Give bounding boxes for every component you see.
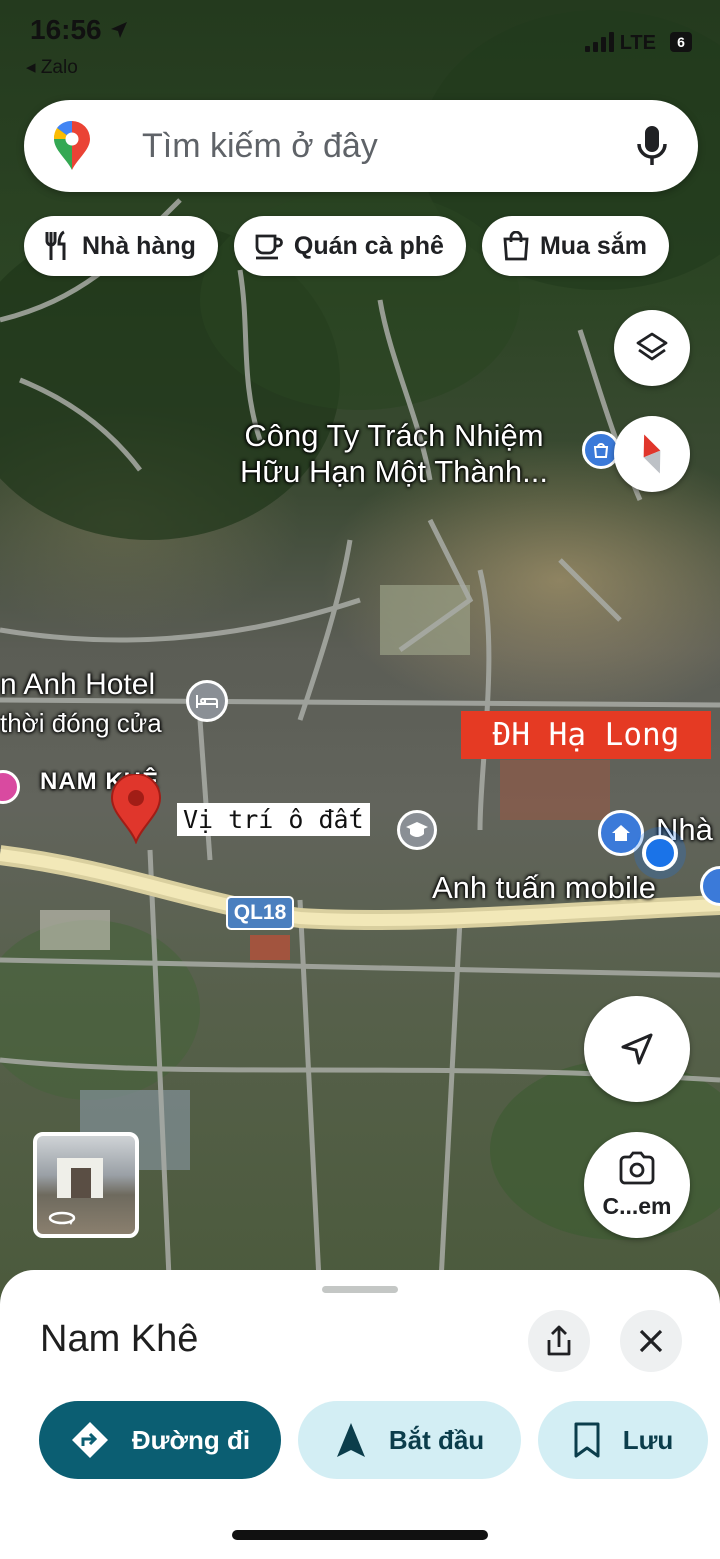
road-shield: QL18	[226, 896, 294, 930]
coffee-icon	[255, 234, 283, 260]
start-label: Bắt đầu	[388, 1424, 485, 1455]
hotel-label[interactable]: n Anh Hotel	[0, 668, 155, 702]
chip-restaurants[interactable]: Nhà hàng	[24, 216, 218, 276]
google-maps-logo-icon	[53, 120, 90, 170]
share-icon	[547, 1325, 571, 1356]
navigation-start-icon	[336, 1423, 365, 1457]
satellite-map	[0, 10, 720, 1300]
location-arrow-icon	[111, 22, 128, 38]
place-title: Nam Khê	[40, 1318, 199, 1360]
place-bottom-sheet[interactable]: Nam Khê Đường đi Bắt đầu Lưu	[0, 1270, 720, 1559]
directions-icon	[71, 1422, 108, 1458]
layers-button[interactable]	[614, 310, 690, 386]
camera-icon	[619, 1151, 655, 1184]
layers-icon	[636, 332, 668, 361]
close-icon	[639, 1329, 663, 1353]
chip-label: Nhà hàng	[82, 231, 196, 260]
mobile-shop-label[interactable]: Anh tuấn mobile	[432, 870, 656, 906]
chip-coffee[interactable]: Quán cà phê	[233, 216, 466, 276]
current-location-dot	[642, 835, 678, 871]
university-label: ĐH Hạ Long	[461, 711, 711, 759]
home-poi-icon[interactable]	[598, 810, 644, 856]
signal-bars-icon	[585, 32, 614, 52]
my-location-button[interactable]	[584, 996, 690, 1102]
battery-icon: 6	[670, 32, 692, 52]
camera-button-label: C...em	[602, 1192, 672, 1219]
street-view-thumbnail[interactable]	[33, 1132, 139, 1238]
status-bar: 16:56 ◂ Zalo LTE 6	[0, 0, 720, 90]
home-indicator	[232, 1530, 488, 1540]
start-button[interactable]: Bắt đầu	[298, 1401, 521, 1479]
close-button[interactable]	[620, 1310, 682, 1372]
search-bar[interactable]: Tìm kiếm ở đây	[24, 100, 698, 192]
directions-label: Đường đi	[131, 1424, 251, 1455]
chip-shopping[interactable]: Mua sắm	[481, 216, 669, 276]
save-label: Lưu	[622, 1424, 674, 1455]
status-time: 16:56	[30, 14, 129, 46]
navigation-arrow-icon	[621, 1033, 653, 1065]
network-type: LTE	[619, 32, 656, 54]
shopping-bag-icon	[503, 231, 529, 261]
map-view[interactable]: Công Ty Trách Nhiệm Hữu Hạn Một Thành...…	[0, 0, 720, 1300]
restaurant-icon	[45, 230, 66, 260]
plot-location-label: Vị trí ô đất	[177, 803, 370, 836]
sheet-drag-handle[interactable]	[322, 1286, 398, 1293]
compass-icon	[643, 434, 661, 474]
microphone-icon[interactable]	[636, 124, 668, 168]
chip-label: Mua sắm	[539, 231, 647, 260]
back-to-app-link[interactable]: ◂ Zalo	[26, 56, 78, 79]
location-pin-icon[interactable]	[110, 774, 162, 844]
school-icon[interactable]	[397, 810, 437, 850]
category-chips: Nhà hàng Quán cà phê Mua sắm	[24, 216, 669, 276]
save-button[interactable]: Lưu	[538, 1401, 708, 1479]
company-label[interactable]: Công Ty Trách Nhiệm Hữu Hạn Một Thành...	[240, 418, 548, 490]
company-label-line2: Hữu Hạn Một Thành...	[240, 454, 548, 489]
directions-button[interactable]: Đường đi	[39, 1401, 281, 1479]
share-button[interactable]	[528, 1310, 590, 1372]
search-input[interactable]: Tìm kiếm ở đây	[142, 127, 378, 166]
chip-label: Quán cà phê	[293, 231, 444, 260]
hotel-status-label: thời đóng cửa	[0, 708, 162, 738]
bookmark-icon	[574, 1422, 600, 1458]
hotel-bed-icon[interactable]	[186, 680, 228, 722]
rotate-360-icon	[48, 1211, 76, 1225]
camera-search-button[interactable]: C...em	[584, 1132, 690, 1238]
compass-button[interactable]	[614, 416, 690, 492]
company-label-line1: Công Ty Trách Nhiệm	[244, 418, 544, 453]
